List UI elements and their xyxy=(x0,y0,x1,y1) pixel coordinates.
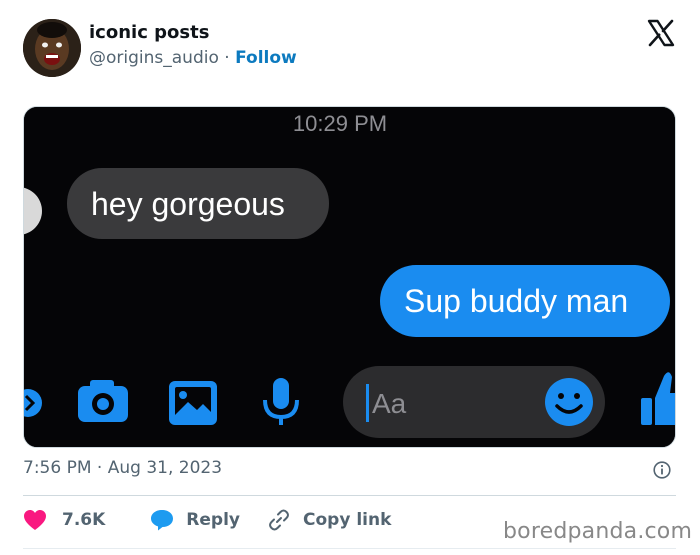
watermark: boredpanda.com xyxy=(503,519,693,544)
avatar[interactable] xyxy=(23,19,81,77)
bottom-divider xyxy=(23,548,676,549)
author-handle[interactable]: @origins_audio xyxy=(89,48,219,68)
link-icon xyxy=(269,509,289,531)
like-count: 7.6K xyxy=(62,510,106,530)
reply-label: Reply xyxy=(186,510,240,530)
tweet-card: iconic posts @origins_audio · Follow 10:… xyxy=(0,0,700,555)
copy-link-button[interactable]: Copy link xyxy=(267,508,391,532)
author-name[interactable]: iconic posts xyxy=(89,22,297,44)
author-block: iconic posts @origins_audio · Follow xyxy=(89,22,297,70)
heart-icon xyxy=(24,510,46,530)
like-button[interactable]: 7.6K xyxy=(23,509,105,531)
info-icon[interactable] xyxy=(653,461,671,479)
divider xyxy=(23,495,676,496)
avatar-image xyxy=(23,19,81,77)
reply-bubble-icon xyxy=(151,510,174,531)
reply-button[interactable]: Reply xyxy=(150,509,240,531)
post-date: Aug 31, 2023 xyxy=(107,458,223,478)
separator: · xyxy=(224,48,230,68)
separator: · xyxy=(96,458,103,478)
input-placeholder: Aa xyxy=(372,388,407,419)
gallery-icon[interactable] xyxy=(169,381,217,425)
camera-icon[interactable] xyxy=(78,380,128,422)
tweet-media[interactable]: 10:29 PM hey gorgeous Sup buddy man Aa xyxy=(23,106,676,448)
chat-timestamp: 10:29 PM xyxy=(293,111,387,136)
follow-button[interactable]: Follow xyxy=(235,48,297,68)
text-cursor xyxy=(366,384,369,422)
sent-message: Sup buddy man xyxy=(404,283,628,319)
x-logo-icon[interactable] xyxy=(646,18,676,48)
action-bar: 7.6K Reply Copy link xyxy=(23,507,391,533)
copy-link-label: Copy link xyxy=(303,510,392,530)
received-message: hey gorgeous xyxy=(91,186,285,222)
post-timestamp[interactable]: 7:56 PM · Aug 31, 2023 xyxy=(23,458,222,478)
post-time: 7:56 PM xyxy=(23,458,92,478)
emoji-icon[interactable] xyxy=(545,378,593,426)
author-handle-row: @origins_audio · Follow xyxy=(89,46,297,70)
